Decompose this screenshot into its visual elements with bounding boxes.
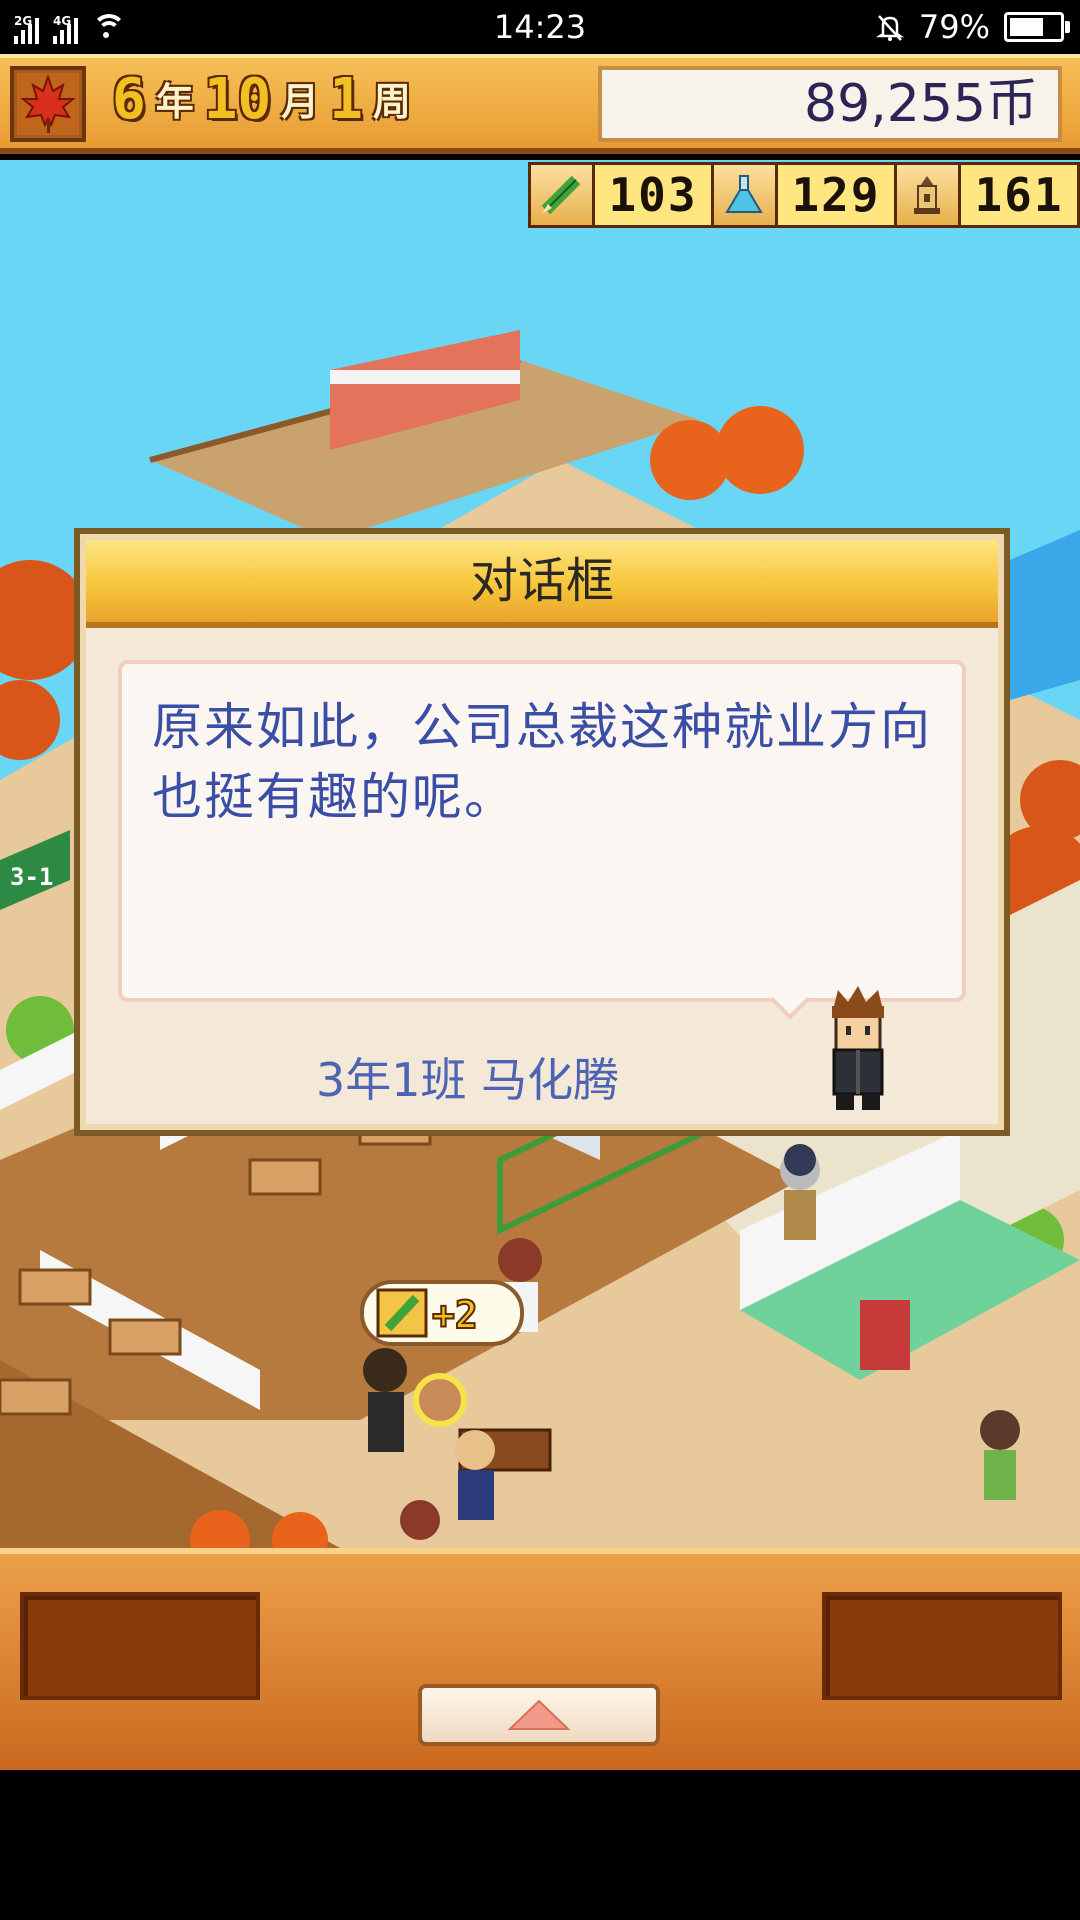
expand-menu-button[interactable]: [418, 1684, 660, 1746]
status-bar-right: 79%: [875, 8, 1070, 46]
week-value: 1: [329, 67, 363, 132]
student-portrait: [832, 986, 884, 1110]
bell-muted-icon: [875, 12, 905, 42]
top-hud: 6 年 10 月 1 周 89,255币: [0, 54, 1080, 154]
season-button[interactable]: [10, 66, 86, 142]
dialog-title: 对话框: [86, 540, 998, 628]
reward-popup: +2: [432, 1293, 478, 1337]
dialog-box[interactable]: 对话框 原来如此，公司总裁这种就业方向也挺有趣的呢。 3年1班 马化腾: [74, 528, 1010, 1136]
left-menu-slot[interactable]: [20, 1592, 260, 1700]
right-menu-slot[interactable]: [822, 1592, 1062, 1700]
month-unit: 月: [281, 80, 320, 124]
dialog-message: 原来如此，公司总裁这种就业方向也挺有趣的呢。: [152, 698, 932, 826]
navigation-bar-area: [0, 1770, 1080, 1920]
money-display: 89,255币: [598, 66, 1062, 142]
pencil-value: 103: [594, 165, 714, 225]
game-date: 6 年 10 月 1 周: [112, 70, 411, 130]
speech-bubble: 原来如此，公司总裁这种就业方向也挺有趣的呢。: [118, 660, 966, 1020]
month-value: 10: [203, 67, 272, 132]
flask-value: 129: [777, 165, 897, 225]
flask-icon: [714, 165, 778, 225]
bell-tower-icon: [897, 165, 961, 225]
triangle-up-icon: [507, 1699, 571, 1730]
maple-leaf-icon: [17, 73, 79, 135]
classroom-sign-3-1: 3-1: [10, 863, 53, 891]
status-bar: 2G 4G 14:23 79%: [0, 0, 1080, 54]
battery-percent: 79%: [918, 8, 990, 46]
resource-bar: 103 129 161: [528, 162, 1080, 228]
year-value: 6: [112, 67, 146, 132]
speaker-name: 3年1班 马化腾: [316, 1053, 620, 1107]
week-unit: 周: [372, 80, 411, 124]
bell-tower-value: 161: [960, 165, 1077, 225]
battery-icon: [1004, 12, 1070, 42]
bottom-menu-panel: [0, 1548, 1080, 1770]
year-unit: 年: [155, 80, 194, 124]
pencil-icon: [531, 165, 595, 225]
speech-bubble-tail: [770, 980, 810, 1020]
